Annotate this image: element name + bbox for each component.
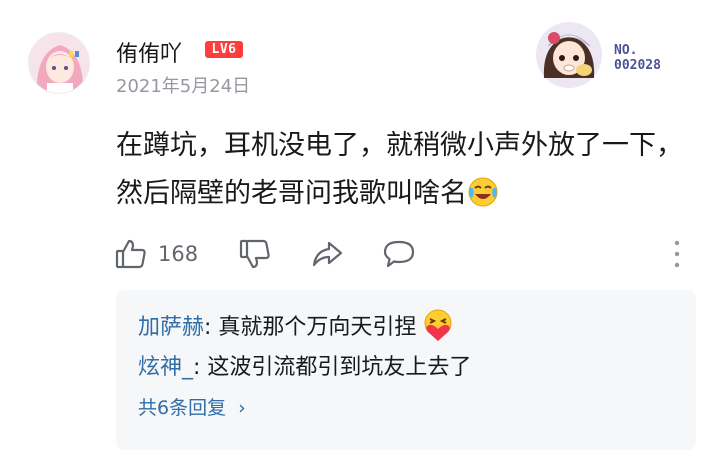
more-options-button[interactable] xyxy=(670,236,684,272)
reply-button[interactable] xyxy=(382,236,416,272)
reply-username[interactable]: 加萨赫 xyxy=(138,315,204,340)
fan-badge-number: NO. 002028 xyxy=(614,43,694,73)
chevron-right-icon: › xyxy=(238,397,246,419)
reply-text: 这波引流都引到坑友上去了 xyxy=(200,355,472,380)
share-icon xyxy=(310,237,344,271)
reply-text: 真就那个万向天引捏 xyxy=(211,315,417,340)
hug-heart-emoji xyxy=(420,308,456,342)
like-button[interactable]: 168 xyxy=(114,236,198,272)
dislike-button[interactable] xyxy=(238,236,272,272)
user-avatar[interactable] xyxy=(28,32,90,94)
comment-body: 在蹲坑，耳机没电了，就稍微小声外放了一下，然后隔壁的老哥问我歌叫啥名 xyxy=(116,122,686,218)
reply-username[interactable]: 炫神_ xyxy=(138,355,193,380)
thumbs-down-icon xyxy=(238,237,272,271)
reply-icon xyxy=(382,237,416,271)
level-badge: LV6 xyxy=(205,41,243,58)
username[interactable]: 侑侑吖 xyxy=(116,36,182,68)
laugh-cry-emoji xyxy=(467,176,499,208)
reply-item: 加萨赫: 真就那个万向天引捏 xyxy=(138,308,676,348)
reply-preview-box[interactable]: 加萨赫: 真就那个万向天引捏 炫神_: 这波引流都引到坑友上去了 共6条回复 › xyxy=(116,290,696,450)
share-button[interactable] xyxy=(310,236,344,272)
comment-text: 在蹲坑，耳机没电了，就稍微小声外放了一下，然后隔壁的老哥问我歌叫啥名 xyxy=(116,130,683,209)
comment-action-bar: 168 xyxy=(114,236,694,272)
fan-badge-no-label: NO. xyxy=(614,43,638,58)
fan-badge-avatar xyxy=(534,20,604,90)
reply-item: 炫神_: 这波引流都引到坑友上去了 xyxy=(138,348,676,388)
like-count: 168 xyxy=(158,242,199,266)
fan-badge-digits: 002028 xyxy=(614,58,661,73)
comment-date: 2021年5月24日 xyxy=(116,76,251,97)
view-all-replies-link[interactable]: 共6条回复 › xyxy=(138,392,676,424)
thumbs-up-icon xyxy=(114,237,148,271)
view-all-replies-label: 共6条回复 xyxy=(138,397,227,419)
more-vertical-icon xyxy=(670,237,684,271)
